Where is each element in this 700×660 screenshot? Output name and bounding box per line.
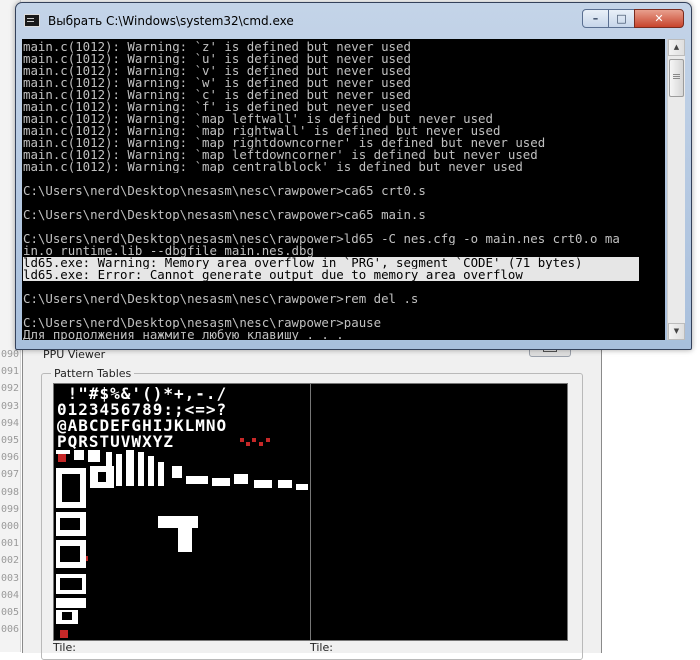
line-number: 002: [0, 555, 19, 567]
vertical-scrollbar[interactable]: ▲ ▼: [667, 39, 685, 340]
maximize-button[interactable]: □: [608, 9, 635, 28]
line-number: 095: [0, 435, 19, 446]
line-number: 099: [0, 503, 19, 515]
line-number: 000: [0, 521, 19, 532]
scroll-down-arrow-icon[interactable]: ▼: [668, 323, 685, 340]
console-line: C:\Users\nerd\Desktop\nesasm\nesc\rawpow…: [23, 185, 426, 197]
cmd-window: Выбрать C:\Windows\system32\cmd.exe – □ …: [15, 2, 692, 350]
line-number: 004: [0, 589, 19, 601]
pattern-table-left[interactable]: !"#$%&'()*+,-./ 0123456789:;<=>? @ABCDEF…: [53, 383, 311, 641]
console-line: main.c(1012): Warning: `map_leftdowncorn…: [23, 149, 538, 161]
console-line: main.c(1012): Warning: `u' is defined bu…: [23, 53, 411, 65]
console-line: C:\Users\nerd\Desktop\nesasm\nesc\rawpow…: [23, 209, 426, 221]
console-line: main.c(1012): Warning: `w' is defined bu…: [23, 77, 411, 89]
console-lines: main.c(1012): Warning: `z' is defined bu…: [23, 41, 665, 340]
pattern-table-right[interactable]: [310, 383, 568, 641]
line-number: 006: [0, 624, 19, 636]
left-tile-label: Tile:: [53, 641, 76, 654]
line-number: 003: [0, 572, 19, 584]
line-number: 092: [0, 383, 19, 395]
console-line: C:\Users\nerd\Desktop\nesasm\nesc\rawpow…: [23, 317, 382, 329]
line-number: 097: [0, 469, 19, 481]
close-button[interactable]: ✕: [634, 9, 684, 28]
console-line: ld65.exe: Error: Cannot generate output …: [23, 269, 639, 281]
console-output[interactable]: main.c(1012): Warning: `z' is defined bu…: [22, 39, 665, 340]
console-line: Для продолжения нажмите любую клавишу . …: [23, 329, 344, 340]
console-line: in.o runtime.lib --dbgfile main.nes.dbg: [23, 245, 314, 257]
console-line: main.c(1012): Warning: `map_leftwall' is…: [23, 113, 493, 125]
console-line: C:\Users\nerd\Desktop\nesasm\nesc\rawpow…: [23, 293, 419, 305]
console-line: main.c(1012): Warning: `z' is defined bu…: [23, 41, 411, 53]
console-line: ld65.exe: Warning: Memory area overflow …: [23, 257, 639, 269]
line-number: 093: [0, 400, 19, 412]
minimize-button[interactable]: –: [582, 9, 609, 28]
scroll-up-arrow-icon[interactable]: ▲: [668, 39, 685, 56]
console-line: C:\Users\nerd\Desktop\nesasm\nesc\rawpow…: [23, 233, 620, 245]
console-line: main.c(1012): Warning: `v' is defined bu…: [23, 65, 411, 77]
window-controls: – □ ✕: [582, 9, 685, 29]
ppu-viewer-window: PPU Viewer Pattern Tables !"#$%&'()*+,-.…: [22, 334, 602, 660]
line-number: 005: [0, 607, 19, 618]
console-icon[interactable]: [24, 14, 40, 27]
pattern-tables-label: Pattern Tables: [51, 367, 135, 380]
line-number: 096: [0, 452, 19, 464]
sprite-tiles-graphic: [56, 438, 308, 638]
line-number: 091: [0, 366, 19, 378]
right-tile-label: Tile:: [310, 641, 333, 654]
line-number: 094: [0, 417, 19, 429]
console-line: main.c(1012): Warning: `f' is defined bu…: [23, 101, 411, 113]
console-line: main.c(1012): Warning: `c' is defined bu…: [23, 89, 411, 101]
line-number: 090: [0, 349, 19, 360]
cmd-window-title: Выбрать C:\Windows\system32\cmd.exe: [48, 14, 294, 28]
line-number: 001: [0, 538, 19, 550]
console-line: main.c(1012): Warning: `map_rightwall' i…: [23, 125, 501, 137]
console-line: main.c(1012): Warning: `map_rightdowncor…: [23, 137, 546, 149]
console-line: main.c(1012): Warning: `map_centralblock…: [23, 161, 523, 173]
line-number: 098: [0, 486, 19, 498]
scrollbar-thumb[interactable]: [669, 59, 684, 97]
